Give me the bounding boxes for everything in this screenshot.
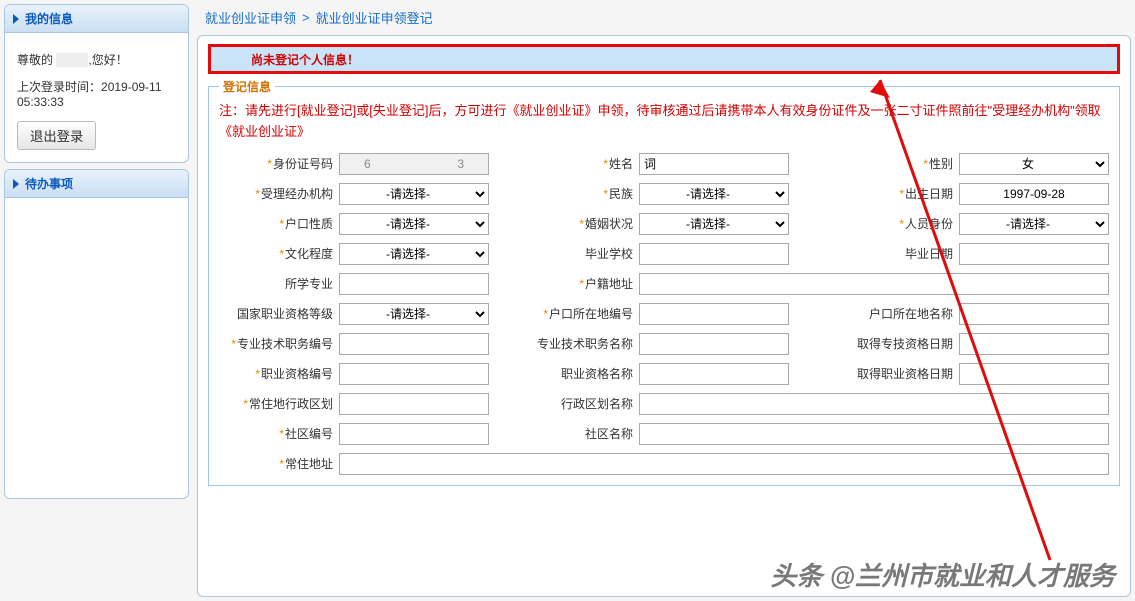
label-birth: 出生日期	[829, 185, 959, 202]
major-input[interactable]	[339, 273, 489, 295]
todo-title: 待办事项	[25, 175, 73, 192]
label-agency: 受理经办机构	[219, 185, 339, 202]
personnel-select[interactable]: -请选择-	[959, 213, 1109, 235]
todo-body	[5, 198, 188, 498]
label-voc-date: 取得职业资格日期	[829, 365, 959, 382]
hukou-name-input[interactable]	[959, 303, 1109, 325]
label-community-code: 社区编号	[219, 425, 339, 442]
grad-date-input[interactable]	[959, 243, 1109, 265]
label-community-name: 社区名称	[529, 425, 639, 442]
todo-panel: 待办事项	[4, 169, 189, 499]
caret-icon	[13, 179, 19, 189]
community-name-input[interactable]	[639, 423, 1109, 445]
alert-banner: 尚未登记个人信息！	[208, 44, 1120, 74]
chevron-right-icon: >	[302, 10, 310, 25]
label-division-name: 行政区划名称	[529, 395, 639, 412]
vocation-level-select[interactable]: -请选择-	[339, 303, 489, 325]
label-pro-tech-code: 专业技术职务编号	[219, 335, 339, 352]
breadcrumb-step2[interactable]: 就业创业证申领登记	[316, 8, 433, 27]
breadcrumb: 就业创业证申领 > 就业创业证申领登记	[197, 4, 1131, 35]
voc-name-input[interactable]	[639, 363, 789, 385]
pro-tech-date-input[interactable]	[959, 333, 1109, 355]
label-edu: 文化程度	[219, 245, 339, 262]
todo-header: 待办事项	[5, 170, 188, 198]
main-panel: 尚未登记个人信息！ 登记信息 注：请先进行[就业登记]或[失业登记]后，方可进行…	[197, 35, 1131, 597]
voc-code-input[interactable]	[339, 363, 489, 385]
community-code-input[interactable]	[339, 423, 489, 445]
birth-input[interactable]	[959, 183, 1109, 205]
label-marital: 婚姻状况	[529, 215, 639, 232]
name-input[interactable]	[639, 153, 789, 175]
hukou-code-input[interactable]	[639, 303, 789, 325]
last-login: 上次登录时间：2019-09-11 05:33:33	[17, 78, 176, 109]
caret-icon	[13, 14, 19, 24]
label-voc-name: 职业资格名称	[529, 365, 639, 382]
agency-select[interactable]: -请选择-	[339, 183, 489, 205]
res-addr-input[interactable]	[339, 453, 1109, 475]
label-pro-tech-date: 取得专技资格日期	[829, 335, 959, 352]
marital-select[interactable]: -请选择-	[639, 213, 789, 235]
watermark: 头条 @兰州市就业和人才服务	[770, 556, 1115, 593]
label-grad-school: 毕业学校	[529, 245, 639, 262]
label-grad-date: 毕业日期	[829, 245, 959, 262]
logout-button[interactable]: 退出登录	[17, 121, 96, 150]
pro-tech-code-input[interactable]	[339, 333, 489, 355]
label-res-division: 常住地行政区划	[219, 395, 339, 412]
myinfo-header: 我的信息	[5, 5, 188, 33]
label-hukou-addr: 户籍地址	[529, 275, 639, 292]
myinfo-title: 我的信息	[25, 10, 73, 27]
label-voc-code: 职业资格编号	[219, 365, 339, 382]
grad-school-input[interactable]	[639, 243, 789, 265]
label-ethnic: 民族	[529, 185, 639, 202]
voc-date-input[interactable]	[959, 363, 1109, 385]
hukou-addr-input[interactable]	[639, 273, 1109, 295]
ethnic-select[interactable]: -请选择-	[639, 183, 789, 205]
label-hukou-type: 户口性质	[219, 215, 339, 232]
label-name: 姓名	[529, 155, 639, 172]
hukou-type-select[interactable]: -请选择-	[339, 213, 489, 235]
division-name-input[interactable]	[639, 393, 1109, 415]
greeting: 尊敬的 ,您好！	[17, 51, 176, 68]
label-id-no: 身份证号码	[219, 155, 339, 172]
label-personnel: 人员身份	[829, 215, 959, 232]
label-pro-tech-name: 专业技术职务名称	[529, 335, 639, 352]
label-hukou-code: 户口所在地编号	[529, 305, 639, 322]
label-hukou-name: 户口所在地名称	[829, 305, 959, 322]
user-name-mask	[56, 53, 88, 67]
edu-select[interactable]: -请选择-	[339, 243, 489, 265]
label-res-addr: 常住地址	[219, 455, 339, 472]
breadcrumb-step1[interactable]: 就业创业证申领	[205, 8, 296, 27]
gender-select[interactable]: 女	[959, 153, 1109, 175]
register-fieldset: 登记信息 注：请先进行[就业登记]或[失业登记]后，方可进行《就业创业证》申领，…	[208, 78, 1120, 486]
form-grid: 身份证号码 姓名 性别 女 受理经办机构 -请选择- 民族 -请选择- 出生日期	[219, 153, 1109, 475]
note-text: 注：请先进行[就业登记]或[失业登记]后，方可进行《就业创业证》申领，待审核通过…	[219, 101, 1109, 143]
myinfo-panel: 我的信息 尊敬的 ,您好！ 上次登录时间：2019-09-11 05:33:33…	[4, 4, 189, 163]
pro-tech-name-input[interactable]	[639, 333, 789, 355]
label-vocation-level: 国家职业资格等级	[219, 305, 339, 322]
label-major: 所学专业	[219, 275, 339, 292]
fieldset-legend: 登记信息	[219, 78, 275, 95]
id-no-input	[339, 153, 489, 175]
label-gender: 性别	[829, 155, 959, 172]
res-division-input[interactable]	[339, 393, 489, 415]
